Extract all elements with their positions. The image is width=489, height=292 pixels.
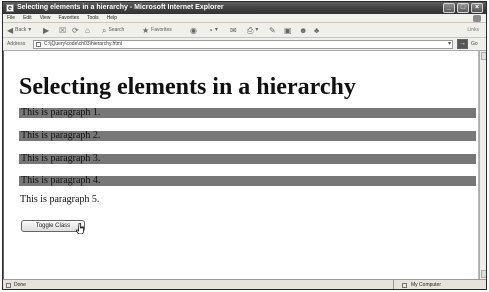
window-title: Selecting elements in a hierarchy - Micr… [17, 4, 224, 11]
research-icon: ♣ [314, 26, 320, 35]
edit-icon: ✎ [269, 26, 276, 35]
menu-favorites[interactable]: Favorites [58, 14, 79, 23]
mail-button[interactable]: ✉ [230, 23, 237, 38]
history-dropdown-icon: ▾ [214, 27, 218, 33]
stop-button[interactable]: ☒ [59, 23, 66, 38]
vertical-scrollbar[interactable] [479, 51, 486, 279]
menu-edit[interactable]: Edit [23, 14, 32, 23]
address-bar: Address C:\jQuery\code\ch03\hierarchy.ht… [3, 38, 486, 51]
discuss-icon: ▣ [284, 26, 292, 35]
ie-icon: e [6, 4, 14, 12]
forward-button[interactable]: ▶ [43, 23, 49, 38]
menu-bar: File Edit View Favorites Tools Help [3, 14, 486, 23]
scroll-up-button[interactable] [481, 52, 486, 60]
links-label[interactable]: Links [467, 23, 479, 38]
media-button[interactable]: ◉ [190, 23, 197, 38]
media-icon: ◉ [190, 26, 197, 35]
home-button[interactable]: ⌂ [85, 23, 90, 38]
mail-icon: ✉ [230, 26, 237, 35]
history-icon: ◔ [208, 26, 213, 35]
zone-text: My Computer [411, 282, 442, 288]
menu-tools[interactable]: Tools [87, 14, 99, 23]
browser-window: e Selecting elements in a hierarchy - Mi… [2, 1, 487, 290]
search-label: Search [108, 27, 125, 33]
status-text: Done [14, 282, 26, 288]
address-input[interactable]: C:\jQuery\code\ch03\hierarchy.html ▾ [33, 40, 453, 49]
page-icon [36, 42, 41, 47]
print-button[interactable]: ⎙ ▾ [247, 23, 258, 38]
status-bar: Done My Computer [3, 279, 486, 289]
status-page-icon [6, 283, 11, 288]
close-button[interactable]: × [471, 3, 483, 13]
computer-icon [402, 283, 407, 288]
refresh-icon: ⟳ [72, 26, 79, 35]
print-dropdown-icon: ▾ [255, 27, 259, 33]
page-content: Selecting elements in a hierarchy This i… [3, 51, 479, 279]
history-button[interactable]: ◔ ▾ [208, 23, 218, 38]
print-icon: ⎙ [247, 26, 254, 35]
edit-button[interactable]: ✎ [269, 23, 276, 38]
back-label: Back [15, 27, 27, 33]
maximize-button[interactable]: □ [457, 3, 469, 13]
paragraph-3: This is paragraph 3. [19, 154, 476, 164]
menu-file[interactable]: File [7, 14, 15, 23]
windows-logo-icon [473, 15, 481, 22]
favorites-label: Favorites [151, 27, 172, 33]
forward-icon: ▶ [43, 26, 50, 35]
messenger-icon: ☻ [299, 26, 308, 35]
paragraph-1: This is paragraph 1. [19, 108, 476, 118]
standard-toolbar: ◀ Back ▾ ▶ ☒ ⟳ ⌂ ⌕ Search ★ Favorites ◉ … [3, 23, 486, 38]
address-label: Address [7, 41, 26, 47]
home-icon: ⌂ [85, 26, 90, 35]
address-url[interactable]: C:\jQuery\code\ch03\hierarchy.html [44, 41, 122, 48]
minimize-button[interactable]: _ [443, 3, 455, 13]
research-button[interactable]: ♣ [314, 23, 319, 38]
search-button[interactable]: ⌕ Search [102, 23, 124, 38]
window-controls: _ □ × [443, 3, 483, 13]
scroll-down-button[interactable] [481, 270, 486, 278]
discuss-button[interactable]: ▣ [284, 23, 292, 38]
menu-view[interactable]: View [40, 14, 51, 23]
go-icon[interactable]: → [457, 39, 468, 49]
hand-cursor-icon [76, 223, 84, 234]
paragraph-5: This is paragraph 5. [20, 194, 100, 205]
back-dropdown-icon: ▾ [28, 27, 32, 33]
refresh-button[interactable]: ⟳ [72, 23, 79, 38]
page-heading: Selecting elements in a hierarchy [19, 74, 356, 100]
title-bar[interactable]: e Selecting elements in a hierarchy - Mi… [3, 2, 486, 14]
paragraph-2: This is paragraph 2. [19, 131, 476, 141]
back-button[interactable]: ◀ Back ▾ [7, 23, 31, 38]
stop-icon: ☒ [59, 26, 67, 35]
search-icon: ⌕ [102, 26, 107, 35]
back-icon: ◀ [7, 26, 14, 35]
favorites-button[interactable]: ★ Favorites [142, 23, 172, 38]
menu-help[interactable]: Help [107, 14, 117, 23]
chevron-down-icon[interactable]: ▾ [448, 41, 451, 48]
messenger-button[interactable]: ☻ [299, 23, 307, 38]
security-zone: My Computer [393, 280, 486, 289]
paragraph-4: This is paragraph 4. [19, 176, 476, 186]
favorites-icon: ★ [142, 26, 150, 35]
go-label[interactable]: Go [471, 38, 478, 51]
